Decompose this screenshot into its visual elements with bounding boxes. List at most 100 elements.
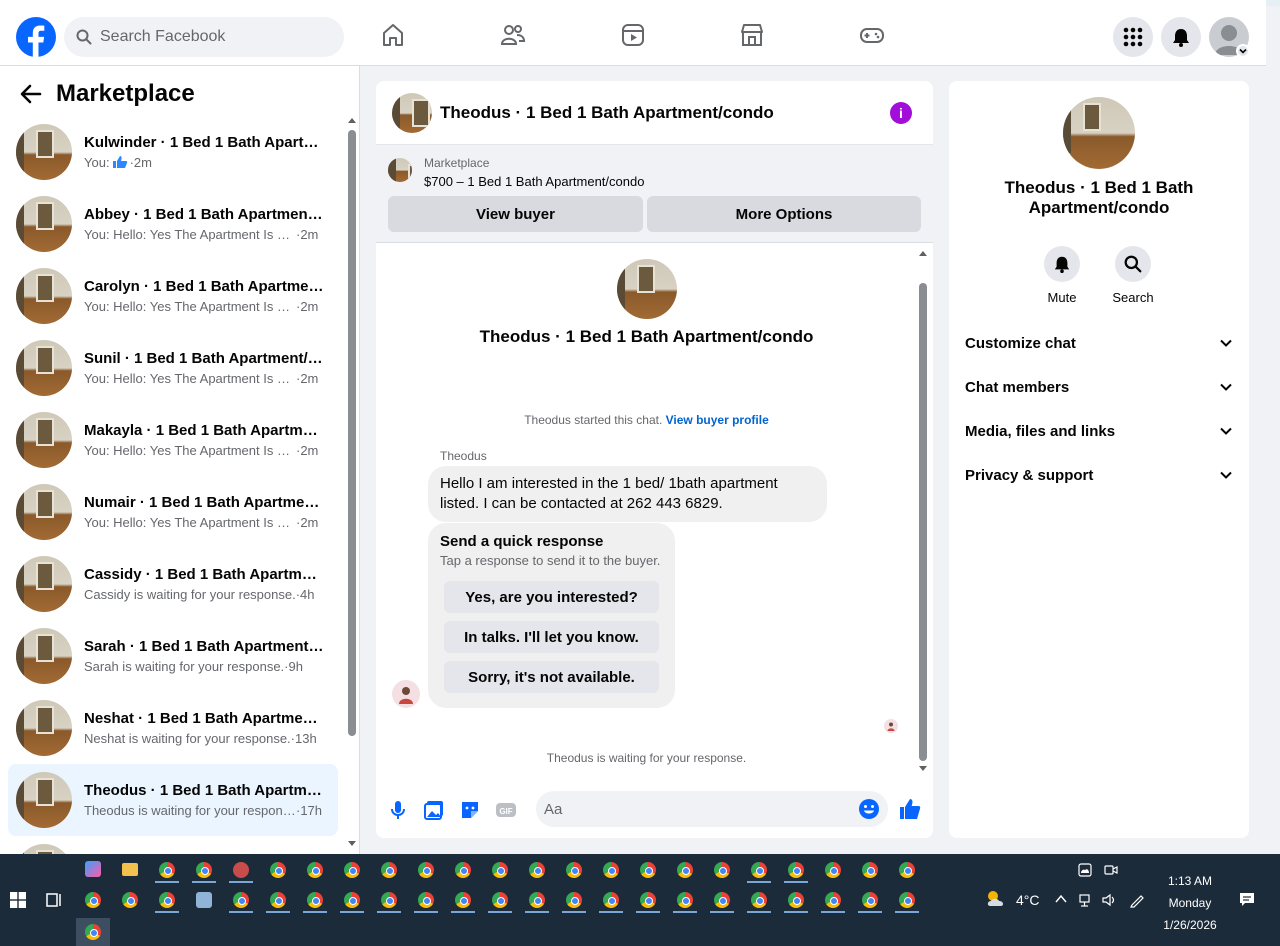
chrome-icon[interactable]: [640, 892, 656, 908]
scroll-down-arrow-icon[interactable]: [347, 840, 357, 848]
quick-response-option[interactable]: Sorry, it's not available.: [444, 661, 659, 693]
chrome-icon[interactable]: [677, 862, 693, 878]
chrome-icon[interactable]: [788, 862, 804, 878]
search-input[interactable]: [100, 28, 330, 46]
chrome-icon[interactable]: [381, 892, 397, 908]
chat-members-row[interactable]: Chat members: [965, 365, 1233, 409]
conversation-item[interactable]: Carolyn · 1 Bed 1 Bath Apartment/condo Y…: [8, 260, 338, 332]
marketplace-icon[interactable]: [739, 22, 765, 48]
more-options-button[interactable]: More Options: [647, 196, 921, 232]
scroll-up-arrow-icon[interactable]: [917, 249, 929, 257]
conversation-item[interactable]: Makayla · 1 Bed 1 Bath Apartment/condo Y…: [8, 404, 338, 476]
search-action[interactable]: Search: [1103, 246, 1163, 305]
chrome-icon[interactable]: [492, 892, 508, 908]
chrome-icon[interactable]: [862, 892, 878, 908]
gaming-icon[interactable]: [859, 22, 885, 48]
chat-scrollbar[interactable]: [917, 249, 929, 773]
windows-start-icon[interactable]: [10, 892, 26, 908]
conversation-item[interactable]: Numair · 1 Bed 1 Bath Apartment/condo Yo…: [8, 476, 338, 548]
mute-action[interactable]: Mute: [1032, 246, 1092, 305]
quick-response-option[interactable]: In talks. I'll let you know.: [444, 621, 659, 653]
chrome-icon[interactable]: [418, 892, 434, 908]
notification-center-icon[interactable]: [1239, 892, 1255, 908]
chrome-icon[interactable]: [862, 862, 878, 878]
video-icon[interactable]: [620, 22, 646, 48]
chrome-icon[interactable]: [825, 862, 841, 878]
chrome-icon[interactable]: [566, 892, 582, 908]
listing-price-title[interactable]: $700 – 1 Bed 1 Bath Apartment/condo: [424, 174, 644, 189]
chrome-icon[interactable]: [899, 892, 915, 908]
chrome-icon[interactable]: [640, 862, 656, 878]
sender-avatar[interactable]: [392, 680, 420, 708]
privacy-support-row[interactable]: Privacy & support: [965, 453, 1233, 497]
chat-avatar[interactable]: [392, 92, 432, 133]
message-input[interactable]: [544, 800, 844, 818]
onedrive-icon[interactable]: [1078, 863, 1092, 877]
chrome-icon[interactable]: [751, 892, 767, 908]
photo-icon[interactable]: [423, 799, 445, 821]
app-icon[interactable]: [233, 862, 249, 878]
chrome-icon[interactable]: [677, 892, 693, 908]
conversation-item[interactable]: Cassidy · 1 Bed 1 Bath Apartment/condo C…: [8, 548, 338, 620]
facebook-logo-icon[interactable]: [16, 17, 56, 57]
microphone-icon[interactable]: [387, 799, 409, 821]
conversation-item-partial[interactable]: [8, 836, 338, 854]
chrome-icon[interactable]: [603, 892, 619, 908]
search-box[interactable]: [64, 17, 344, 57]
system-clock[interactable]: 1:13 AM Monday 1/26/2026: [1150, 870, 1230, 936]
conversation-item[interactable]: Sunil · 1 Bed 1 Bath Apartment/condo You…: [8, 332, 338, 404]
info-icon[interactable]: i: [890, 102, 912, 124]
conversation-item[interactable]: Abbey · 1 Bed 1 Bath Apartment/condo You…: [8, 188, 338, 260]
chat-scrollbar-thumb[interactable]: [919, 283, 927, 761]
like-thumbs-up-icon[interactable]: [899, 798, 921, 820]
volume-icon[interactable]: [1101, 892, 1117, 908]
chrome-icon[interactable]: [714, 892, 730, 908]
conversation-item[interactable]: Kulwinder · 1 Bed 1 Bath Apartment/condo…: [8, 116, 338, 188]
chrome-icon[interactable]: [196, 862, 212, 878]
chrome-icon[interactable]: [85, 892, 101, 908]
home-icon[interactable]: [380, 22, 406, 48]
gif-icon[interactable]: GIF: [495, 799, 517, 821]
chrome-icon[interactable]: [344, 892, 360, 908]
conversation-item-active[interactable]: Theodus · 1 Bed 1 Bath Apartment/condo T…: [8, 764, 338, 836]
message-input-box[interactable]: [536, 791, 888, 827]
chrome-icon[interactable]: [307, 892, 323, 908]
friends-icon[interactable]: [500, 22, 526, 48]
chrome-icon[interactable]: [751, 862, 767, 878]
chrome-icon[interactable]: [122, 892, 138, 908]
quick-response-option[interactable]: Yes, are you interested?: [444, 581, 659, 613]
chevron-up-icon[interactable]: [1055, 894, 1067, 904]
emoji-icon[interactable]: [858, 798, 880, 820]
chrome-icon[interactable]: [899, 862, 915, 878]
chrome-icon[interactable]: [159, 892, 175, 908]
chrome-icon[interactable]: [270, 862, 286, 878]
view-buyer-button[interactable]: View buyer: [388, 196, 643, 232]
notepad-icon[interactable]: [196, 892, 212, 908]
chrome-icon[interactable]: [307, 862, 323, 878]
scroll-down-arrow-icon[interactable]: [917, 765, 929, 773]
sidebar-scrollbar[interactable]: [347, 116, 357, 852]
notifications-button[interactable]: [1161, 17, 1201, 57]
chat-title[interactable]: Theodus · 1 Bed 1 Bath Apartment/condo: [440, 103, 774, 123]
chrome-icon[interactable]: [381, 862, 397, 878]
weather-icon[interactable]: [984, 888, 1008, 910]
menu-grid-button[interactable]: [1113, 17, 1153, 57]
chrome-icon[interactable]: [418, 862, 434, 878]
media-files-links-row[interactable]: Media, files and links: [965, 409, 1233, 453]
back-arrow-icon[interactable]: [20, 83, 42, 105]
chrome-icon[interactable]: [529, 892, 545, 908]
chrome-icon[interactable]: [492, 862, 508, 878]
copilot-icon[interactable]: [85, 861, 101, 877]
chrome-icon[interactable]: [455, 862, 471, 878]
page-scrollbar[interactable]: [1266, 6, 1280, 854]
scroll-up-arrow-icon[interactable]: [347, 116, 357, 124]
chrome-icon[interactable]: [566, 862, 582, 878]
chrome-icon[interactable]: [825, 892, 841, 908]
chrome-icon[interactable]: [455, 892, 471, 908]
file-explorer-icon[interactable]: [122, 863, 138, 876]
sidebar-scrollbar-thumb[interactable]: [348, 130, 356, 736]
conversation-item[interactable]: Sarah · 1 Bed 1 Bath Apartment/condo Sar…: [8, 620, 338, 692]
pen-icon[interactable]: [1129, 892, 1145, 908]
chevron-down-icon[interactable]: [1236, 44, 1250, 58]
chrome-icon[interactable]: [529, 862, 545, 878]
